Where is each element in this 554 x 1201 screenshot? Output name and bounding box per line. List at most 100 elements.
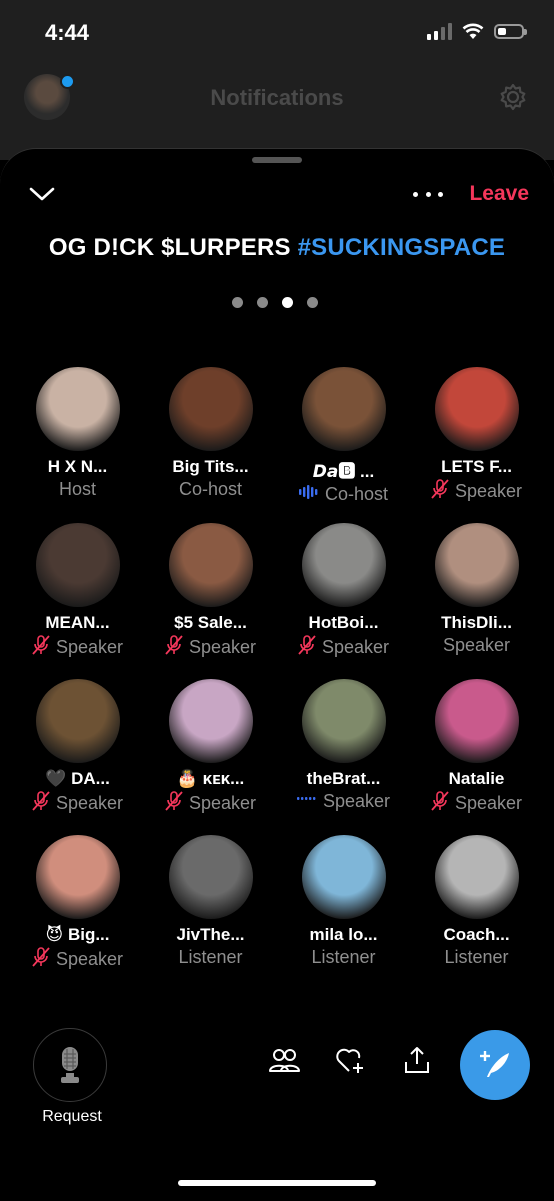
participant-role-row: Speaker — [11, 791, 144, 816]
participant-role-row: Listener — [144, 947, 277, 968]
participant-role-row: Speaker — [410, 479, 543, 504]
mic-muted-icon — [165, 791, 183, 816]
participant-tile[interactable]: JivThe... Listener — [144, 835, 277, 978]
participant-role: Speaker — [322, 791, 391, 811]
participant-role-row: Speaker — [277, 791, 410, 812]
participant-role: Co-host — [324, 484, 389, 504]
avatar — [434, 523, 519, 607]
participant-role-row: Speaker — [410, 635, 543, 656]
wifi-icon — [462, 23, 484, 39]
participant-tile[interactable]: H X N... Host — [11, 367, 144, 510]
avatar — [35, 835, 120, 919]
participant-role-row: Speaker — [11, 635, 144, 660]
avatar — [434, 679, 519, 763]
space-title-text: OG D!CK $LURPERS — [48, 234, 298, 261]
participant-role: Co-host — [178, 479, 243, 499]
page-title: Notifications — [210, 85, 344, 110]
participant-tile[interactable]: Natalie Speaker — [410, 679, 543, 822]
space-hashtag[interactable]: #SUCKINGSPACE — [298, 234, 506, 261]
audio-dots-icon — [296, 791, 317, 812]
microphone-icon — [61, 1047, 79, 1083]
participant-role: Speaker — [442, 635, 511, 655]
participant-tile[interactable]: 🎂 ᴋᴇᴋ... Speaker — [144, 679, 277, 822]
participant-name: H X N... — [47, 457, 108, 476]
participant-name: JivThe... — [176, 925, 245, 944]
participant-tile[interactable]: Big Tits... Co-host — [144, 367, 277, 510]
bottom-toolbar: Request — [0, 1010, 554, 1130]
participant-name: theBrat... — [306, 769, 381, 788]
participant-tile[interactable]: ThisDli... Speaker — [410, 523, 543, 666]
space-title: OG D!CK $LURPERS #SUCKINGSPACE — [0, 234, 554, 262]
participant-role: Speaker — [454, 481, 523, 501]
cellular-signal-icon — [427, 22, 452, 40]
page-dot — [232, 297, 243, 308]
participant-name: MEAN... — [45, 613, 110, 632]
page-dot-active — [282, 297, 293, 308]
participant-role: Speaker — [55, 793, 124, 813]
avatar — [168, 835, 253, 919]
avatar — [301, 523, 386, 607]
speaking-wave-icon — [298, 484, 319, 505]
avatar — [35, 679, 120, 763]
mic-muted-icon — [32, 791, 50, 816]
mic-muted-icon — [32, 635, 50, 660]
participant-tile[interactable]: $5 Sale... Speaker — [144, 523, 277, 666]
participant-role: Listener — [311, 947, 376, 967]
compose-tweet-button[interactable] — [460, 1030, 530, 1100]
participant-name: LETS F... — [441, 457, 512, 476]
status-time: 4:44 — [45, 20, 90, 45]
avatar — [434, 367, 519, 451]
participant-role: Speaker — [55, 949, 124, 969]
participants-icon[interactable] — [268, 1044, 300, 1076]
avatar — [301, 679, 386, 763]
page-dot — [257, 297, 268, 308]
request-mic-button[interactable] — [33, 1028, 107, 1102]
participant-role-row: Speaker — [277, 635, 410, 660]
participant-tile[interactable]: mila lo... Listener — [277, 835, 410, 978]
participant-name: 🎂 ᴋᴇᴋ... — [176, 769, 245, 788]
avatar — [168, 523, 253, 607]
participant-role: Speaker — [188, 793, 257, 813]
participant-tile[interactable]: LETS F... Speaker — [410, 367, 543, 510]
status-bar: 4:44 — [0, 0, 554, 64]
participant-tile[interactable]: HotBoi... Speaker — [277, 523, 410, 666]
participant-tile[interactable]: MEAN... Speaker — [11, 523, 144, 666]
participant-tile[interactable]: theBrat... Speaker — [277, 679, 410, 822]
participant-role: Speaker — [188, 637, 257, 657]
sheet-grabber[interactable] — [252, 157, 302, 163]
leave-button[interactable]: Leave — [469, 182, 529, 206]
participant-role: Speaker — [454, 793, 523, 813]
participant-name: Big Tits... — [172, 457, 249, 476]
participant-role-row: Speaker — [11, 947, 144, 972]
participant-role-row: Speaker — [144, 791, 277, 816]
participant-tile[interactable]: 𝘿𝙖🅱 ... Co-host — [277, 367, 410, 510]
participant-tile[interactable]: 🖤 DA... Speaker — [11, 679, 144, 822]
participant-role: Speaker — [55, 637, 124, 657]
chevron-down-icon[interactable] — [28, 185, 56, 203]
participant-name: $5 Sale... — [174, 613, 247, 632]
mic-muted-icon — [298, 635, 316, 660]
mic-muted-icon — [32, 947, 50, 972]
battery-icon — [494, 23, 527, 39]
participant-name: 🖤 DA... — [45, 769, 110, 788]
participant-name: 😈 Big... — [45, 925, 110, 944]
more-options-icon[interactable] — [413, 187, 443, 201]
participant-name: Natalie — [448, 769, 505, 788]
participant-tile[interactable]: Coach... Listener — [410, 835, 543, 978]
scroll-fade — [0, 992, 554, 1010]
avatar — [301, 835, 386, 919]
gear-icon[interactable] — [498, 82, 528, 112]
participant-name: Coach... — [443, 925, 510, 944]
page-indicator — [232, 297, 318, 308]
mic-muted-icon — [431, 479, 449, 504]
home-indicator[interactable] — [178, 1180, 376, 1186]
participant-role-row: Speaker — [144, 635, 277, 660]
participant-role: Host — [58, 479, 96, 499]
share-icon[interactable] — [401, 1044, 433, 1076]
status-icons — [427, 22, 527, 40]
participant-role-row: Co-host — [277, 484, 410, 505]
request-label: Request — [42, 1108, 102, 1125]
add-reaction-icon[interactable] — [334, 1044, 366, 1076]
participant-tile[interactable]: 😈 Big... Speaker — [11, 835, 144, 978]
participants-grid: H X N... Host Big Tits... Co-host 𝘿𝙖🅱 ... C… — [11, 367, 543, 978]
